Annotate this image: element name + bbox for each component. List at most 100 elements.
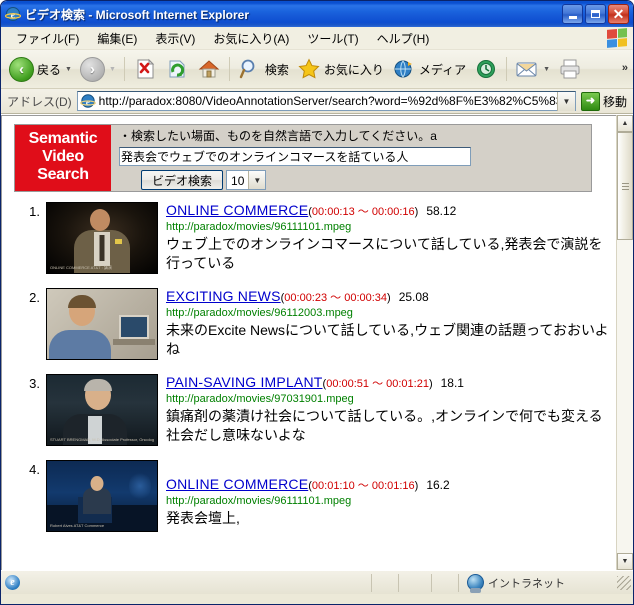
favorites-button[interactable]: お気に入り [293, 53, 388, 85]
result-thumbnail[interactable]: STUART BRENGMAN, M.D. Associate Professo… [46, 374, 158, 446]
stop-icon [133, 57, 157, 81]
menu-favorites[interactable]: お気に入り(A) [204, 28, 298, 49]
result-time-range: 00:00:13 ～ 00:00:16 [311, 206, 415, 218]
close-button[interactable]: ✕ [608, 4, 629, 24]
menu-bar: ファイル(F) 編集(E) 表示(V) お気に入り(A) ツール(T) ヘルプ(… [1, 27, 633, 50]
toolbar-divider-1 [123, 57, 125, 81]
result-paren-close: ) [387, 292, 391, 304]
menu-help[interactable]: ヘルプ(H) [368, 28, 439, 49]
menu-view[interactable]: 表示(V) [146, 28, 204, 49]
refresh-button[interactable] [161, 53, 193, 85]
result-description: 鎮痛剤の薬漬け社会について話している。,オンラインで何でも変える社会だし意味ない… [166, 408, 603, 443]
toolbar-overflow-icon[interactable]: » [622, 62, 628, 74]
stop-button[interactable] [129, 53, 161, 85]
result-time-range: 00:01:10 ～ 00:01:16 [311, 480, 415, 492]
result-title-row: EXCITING NEWS(00:00:23 ～ 00:00:34) 25.08 [166, 288, 612, 305]
home-icon [197, 57, 221, 81]
history-button[interactable] [470, 53, 502, 85]
result-count-select[interactable]: 10 ▼ [226, 170, 267, 190]
menu-file[interactable]: ファイル(F) [7, 28, 88, 49]
result-title-link[interactable]: PAIN-SAVING IMPLANT [166, 374, 323, 390]
refresh-icon [165, 57, 189, 81]
chevron-down-icon[interactable]: ▼ [248, 171, 266, 189]
scroll-down-button[interactable]: ▼ [617, 553, 633, 570]
result-row: 2. EXCITING NEWS(00:00:23 ～ 00:00:34) 25.… [14, 288, 612, 360]
back-dropdown-icon[interactable]: ▼ [65, 66, 72, 73]
home-button[interactable] [193, 53, 225, 85]
result-paren-close: ) [414, 480, 419, 492]
back-button[interactable]: ‹ 戻る ▼ [5, 53, 76, 85]
back-arrow-icon: ‹ [9, 56, 34, 82]
page-viewport: Semantic Video Search ・検索したい場面、ものを自然言語で入… [1, 114, 633, 570]
result-url: http://paradox/movies/96112003.mpeg [166, 307, 353, 319]
result-thumbnail[interactable]: Robert Alves AT&T Commerce [46, 460, 158, 532]
window-controls: ✕ [562, 4, 629, 24]
print-button[interactable] [554, 53, 586, 85]
svg-text:e: e [11, 10, 16, 21]
result-body: EXCITING NEWS(00:00:23 ～ 00:00:34) 25.08 … [158, 288, 612, 360]
status-bar: イントラネット [1, 570, 633, 594]
media-label: メディア [418, 62, 467, 77]
menu-tools[interactable]: ツール(T) [298, 28, 367, 49]
result-index: 2. [29, 290, 40, 305]
mail-button[interactable]: ▼ [511, 53, 554, 85]
star-icon [297, 57, 321, 81]
page-favicon-icon: e [79, 93, 96, 109]
scrollbar-thumb[interactable] [617, 132, 633, 240]
media-button[interactable]: メディア [388, 53, 470, 85]
query-input[interactable] [119, 147, 471, 166]
favorites-label: お気に入り [323, 62, 384, 77]
ie-window: e ビデオ検索 - Microsoft Internet Explorer ✕ … [0, 0, 634, 605]
result-title-link[interactable]: EXCITING NEWS [166, 288, 281, 304]
ie-logo-icon: e [4, 6, 22, 22]
go-button[interactable]: ➜ 移動 [576, 91, 633, 111]
result-score: 25.08 [398, 290, 429, 304]
result-count-value: 10 [231, 173, 245, 188]
search-button[interactable]: 検索 [234, 53, 293, 85]
resize-grip-icon[interactable] [617, 575, 631, 590]
minimize-button[interactable] [562, 4, 583, 24]
result-time-range: 00:00:23 ～ 00:00:34 [284, 292, 388, 304]
status-ie-icon [5, 575, 20, 590]
result-title-link[interactable]: ONLINE COMMERCE [166, 476, 308, 492]
search-panel: Semantic Video Search ・検索したい場面、ものを自然言語で入… [14, 124, 592, 192]
result-index: 3. [29, 376, 40, 391]
result-title-link[interactable]: ONLINE COMMERCE [166, 202, 308, 218]
browser-toolbar: ‹ 戻る ▼ › ▼ 検索 お気に入り メディア ▼ » [1, 50, 633, 89]
result-title-row: ONLINE COMMERCE(00:01:10 ～ 00:01:16) 16.2 [166, 476, 612, 493]
maximize-button[interactable] [585, 4, 606, 24]
result-score: 16.2 [426, 478, 450, 492]
thumbnail-caption: STUART BRENGMAN, M.D. Associate Professo… [50, 437, 154, 442]
window-title: ビデオ検索 - Microsoft Internet Explorer [25, 7, 250, 22]
menu-edit[interactable]: 編集(E) [88, 28, 146, 49]
result-body: PAIN-SAVING IMPLANT(00:00:51 ～ 00:01:21)… [158, 374, 612, 446]
forward-button[interactable]: › ▼ [76, 53, 120, 85]
search-hint: ・検索したい場面、ものを自然言語で入力してください。a [119, 129, 437, 143]
result-description: ウェブ上でのオンラインコマースについて話している,発表会で演説を行っている [166, 236, 603, 271]
result-thumbnail[interactable] [46, 288, 158, 360]
result-description: 発表会壇上, [166, 510, 240, 526]
search-controls: ・検索したい場面、ものを自然言語で入力してください。a ビデオ検索 10 ▼ [111, 125, 591, 191]
printer-icon [558, 57, 582, 81]
mail-icon [515, 57, 539, 81]
address-dropdown-icon[interactable]: ▼ [556, 91, 575, 111]
result-thumbnail[interactable]: ONLINE COMMERCE AT&T : 講演 [46, 202, 158, 274]
address-input-wrap[interactable]: e ▼ [76, 91, 576, 111]
page-scrollbar[interactable]: ▲ ▼ [616, 115, 633, 570]
windows-flag-icon [607, 28, 627, 48]
forward-arrow-icon: › [79, 56, 105, 82]
address-label: アドレス(D) [7, 94, 72, 109]
scroll-up-button[interactable]: ▲ [617, 115, 633, 132]
result-url: http://paradox/movies/96111101.mpeg [166, 495, 352, 507]
result-score: 18.1 [440, 376, 464, 390]
result-paren-close: ) [414, 206, 419, 218]
video-search-button[interactable]: ビデオ検索 [141, 170, 224, 190]
search-button-row: ビデオ検索 10 ▼ [119, 170, 591, 190]
search-label: 検索 [264, 62, 289, 77]
mail-dropdown-icon[interactable]: ▼ [543, 66, 550, 73]
security-zone[interactable]: イントラネット [459, 574, 617, 593]
result-url: http://paradox/movies/96111101.mpeg [166, 221, 352, 233]
result-score: 58.12 [426, 204, 457, 218]
scrollbar-track[interactable] [617, 132, 633, 553]
address-input[interactable] [98, 94, 557, 108]
